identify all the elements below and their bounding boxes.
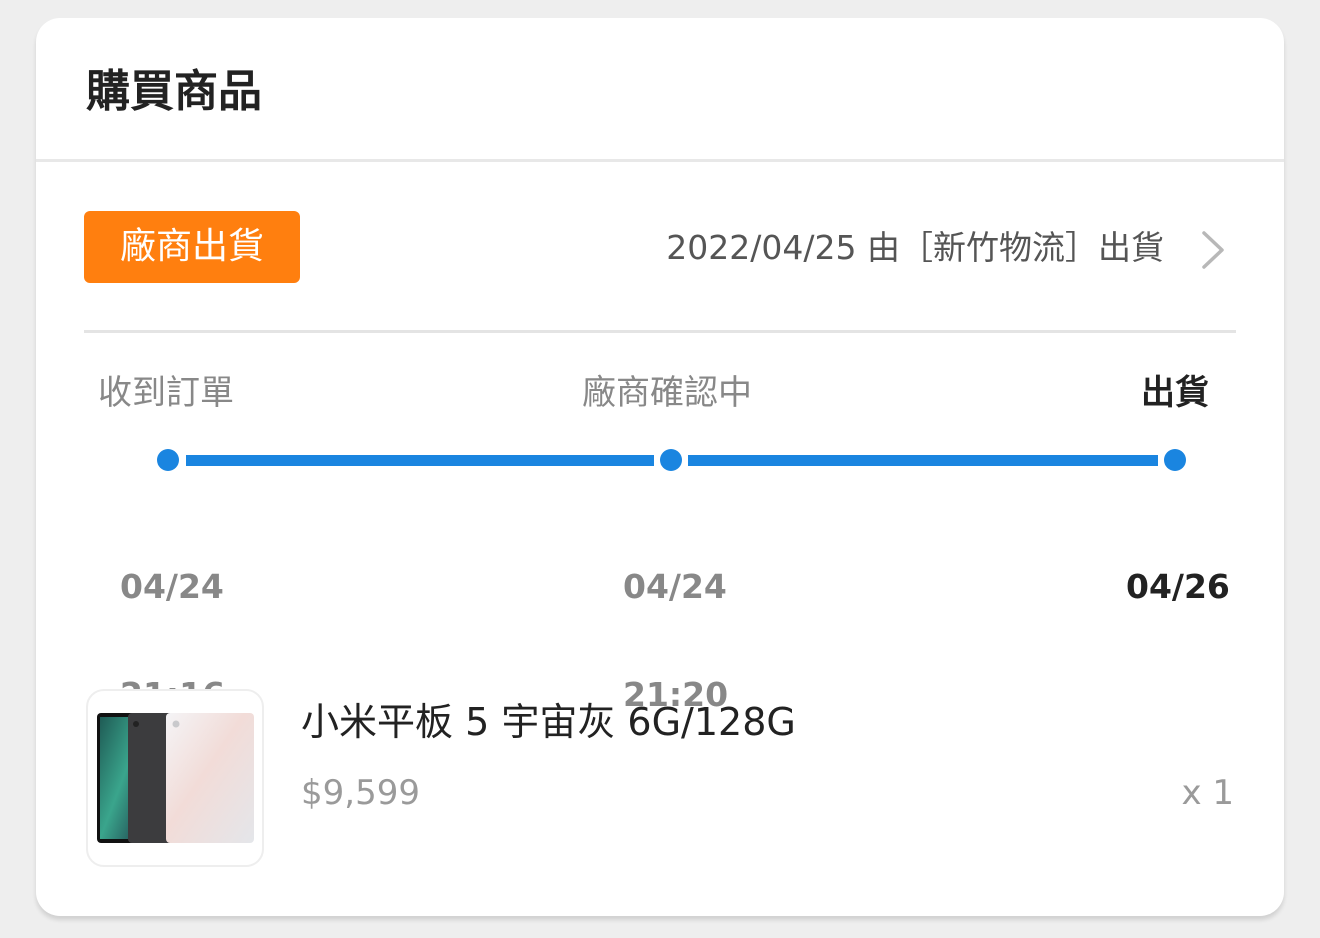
progress-segment-1 — [186, 455, 654, 466]
product-image[interactable] — [86, 689, 264, 867]
product-price: $9,599 — [301, 773, 420, 813]
step-date: 04/24 — [623, 567, 727, 606]
progress-node-1-dot — [157, 449, 179, 471]
step-datetime-shipped: 04/26 — [1126, 506, 1230, 668]
product-quantity: x 1 — [1181, 773, 1234, 813]
product-name[interactable]: 小米平板 5 宇宙灰 6G/128G — [301, 694, 796, 750]
progress-node-2-dot — [660, 449, 682, 471]
progress-segment-2 — [688, 455, 1158, 466]
tablet-product-image — [97, 713, 254, 843]
step-date: 04/24 — [120, 567, 224, 606]
progress-node-3-dot — [1164, 449, 1186, 471]
purchase-card: 購買商品 廠商出貨 2022/04/25 由［新竹物流］出貨 收到訂單 廠商確認… — [36, 18, 1284, 916]
step-date: 04/26 — [1126, 567, 1230, 606]
